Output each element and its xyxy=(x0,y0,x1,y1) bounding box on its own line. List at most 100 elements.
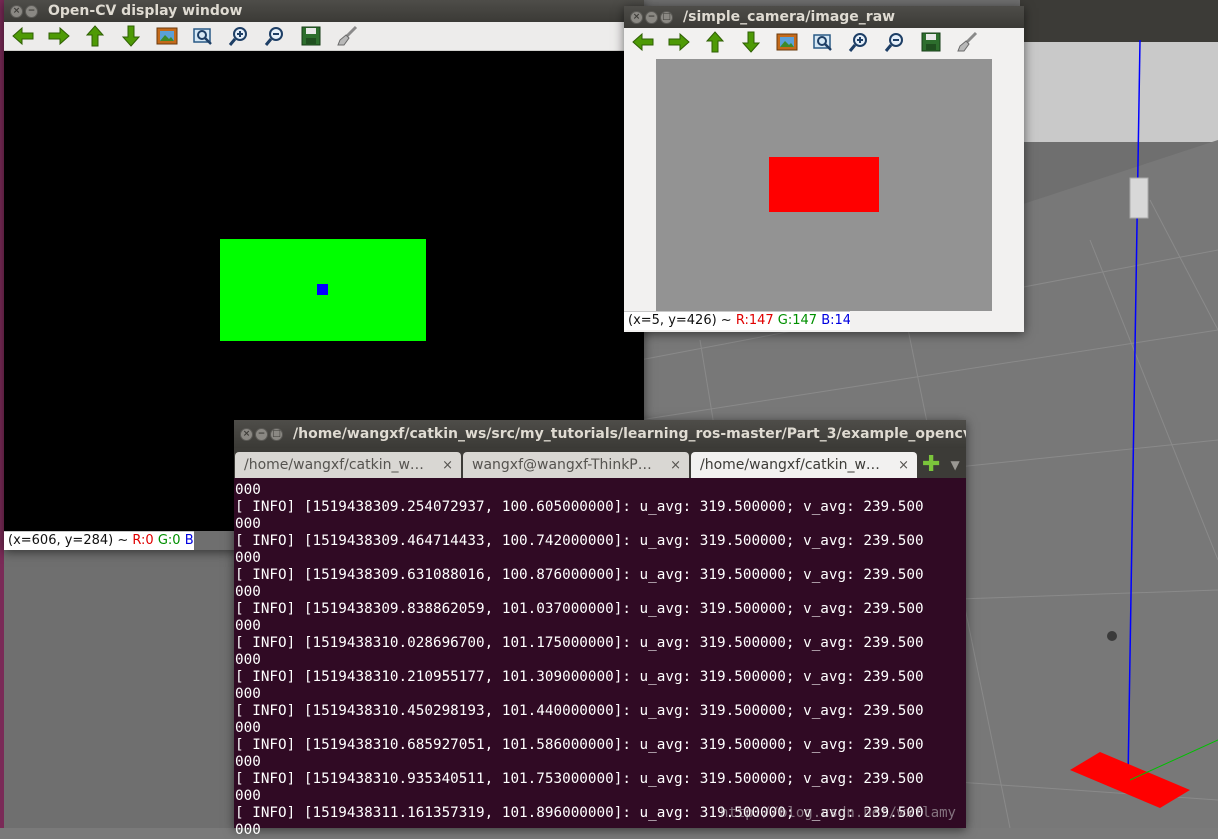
pixel-info-statusbar: (x=606, y=284) ~ R:0 G:0 B:0 xyxy=(4,531,194,550)
image-icon xyxy=(776,32,798,52)
zoom-in-button[interactable] xyxy=(226,24,251,48)
opencv-toolbar xyxy=(4,22,644,51)
terminal-line: 000 xyxy=(235,584,261,600)
tab-label: /home/wangxf/catkin_w… xyxy=(700,457,880,473)
terminal-line: [ INFO] [1519438310.935340511, 101.75300… xyxy=(235,771,924,787)
up-arrow-button[interactable] xyxy=(82,24,107,48)
terminal-window[interactable]: × − □ /home/wangxf/catkin_ws/src/my_tuto… xyxy=(234,420,966,838)
red-value: R:0 xyxy=(132,533,154,548)
up-arrow-button[interactable] xyxy=(702,30,727,54)
properties-brush-button[interactable] xyxy=(954,30,979,54)
blue-value: B:0 xyxy=(184,533,194,548)
up-arrow-icon xyxy=(85,25,105,47)
terminal-line: 000 xyxy=(235,652,261,668)
terminal-tab[interactable]: wangxf@wangxf-ThinkP… × xyxy=(463,452,689,478)
close-window-button[interactable]: × xyxy=(630,10,643,24)
terminal-line: [ INFO] [1519438310.450298193, 101.44000… xyxy=(235,703,924,719)
terminal-line: 000 xyxy=(235,482,261,498)
properties-brush-icon xyxy=(336,25,358,47)
close-tab-icon[interactable]: × xyxy=(898,458,909,473)
zoom-fit-icon xyxy=(812,32,834,52)
terminal-line: [ INFO] [1519438309.631088016, 100.87600… xyxy=(235,567,924,583)
save-icon xyxy=(921,32,941,52)
terminal-line: [ INFO] [1519438310.028696700, 101.17500… xyxy=(235,635,924,651)
zoom-out-icon xyxy=(264,25,286,47)
zoom-fit-button[interactable] xyxy=(190,24,215,48)
close-window-button[interactable]: × xyxy=(240,427,253,441)
left-arrow-button[interactable] xyxy=(630,30,655,54)
save-icon xyxy=(301,26,321,46)
close-tab-icon[interactable]: × xyxy=(442,458,453,473)
watermark: http://blog.csdn.net/wxflamy xyxy=(719,805,956,821)
save-button[interactable] xyxy=(298,24,323,48)
left-arrow-button[interactable] xyxy=(10,24,35,48)
window-titlebar[interactable]: × − □ /home/wangxf/catkin_ws/src/my_tuto… xyxy=(234,420,966,448)
terminal-tab[interactable]: /home/wangxf/catkin_w… × xyxy=(235,452,461,478)
blue-value: B:147 xyxy=(821,313,850,328)
camera-gray-image xyxy=(656,59,992,311)
image-raw-canvas[interactable] xyxy=(624,56,1024,311)
terminal-output[interactable]: 000[ INFO] [1519438309.254072937, 100.60… xyxy=(234,478,966,839)
close-tab-icon[interactable]: × xyxy=(670,458,681,473)
tab-label: /home/wangxf/catkin_w… xyxy=(244,457,424,473)
down-arrow-icon xyxy=(121,25,141,47)
terminal-line: [ INFO] [1519438309.838862059, 101.03700… xyxy=(235,601,924,617)
zoom-fit-button[interactable] xyxy=(810,30,835,54)
image-button[interactable] xyxy=(774,30,799,54)
terminal-line: [ INFO] [1519438310.210955177, 101.30900… xyxy=(235,669,924,685)
image-button[interactable] xyxy=(154,24,179,48)
terminal-line: 000 xyxy=(235,618,261,634)
maximize-window-button[interactable]: □ xyxy=(270,427,283,441)
right-arrow-icon xyxy=(667,32,691,52)
minimize-window-button[interactable]: − xyxy=(645,10,658,24)
close-window-button[interactable]: × xyxy=(10,4,23,18)
terminal-line: 000 xyxy=(235,788,261,804)
left-arrow-icon xyxy=(631,32,655,52)
red-value: R:147 xyxy=(735,313,774,328)
zoom-out-button[interactable] xyxy=(882,30,907,54)
zoom-out-button[interactable] xyxy=(262,24,287,48)
properties-brush-button[interactable] xyxy=(334,24,359,48)
window-titlebar[interactable]: × − □ /simple_camera/image_raw xyxy=(624,6,1024,28)
cursor-coords: (x=5, y=426) ~ xyxy=(628,313,736,328)
right-arrow-button[interactable] xyxy=(46,24,71,48)
window-title: /home/wangxf/catkin_ws/src/my_tutorials/… xyxy=(293,426,966,442)
pixel-info-statusbar: (x=5, y=426) ~ R:147 G:147 B:147 xyxy=(624,311,850,330)
new-tab-icon[interactable]: ✚ xyxy=(922,452,940,478)
zoom-fit-icon xyxy=(192,26,214,46)
scene-dot xyxy=(1107,631,1117,641)
image-icon xyxy=(156,26,178,46)
terminal-line: 000 xyxy=(235,516,261,532)
image-raw-window[interactable]: × − □ /simple_camera/image_raw (x=5, y=4… xyxy=(624,6,1024,332)
terminal-line: 000 xyxy=(235,686,261,702)
down-arrow-button[interactable] xyxy=(738,30,763,54)
minimize-window-button[interactable]: − xyxy=(25,4,38,18)
terminal-line: [ INFO] [1519438310.685927051, 101.58600… xyxy=(235,737,924,753)
cursor-coords: (x=606, y=284) ~ xyxy=(8,533,133,548)
zoom-in-button[interactable] xyxy=(846,30,871,54)
terminal-line: 000 xyxy=(235,720,261,736)
maximize-window-button[interactable]: □ xyxy=(660,10,673,24)
minimize-window-button[interactable]: − xyxy=(255,427,268,441)
terminal-tab-active[interactable]: /home/wangxf/catkin_w… × xyxy=(691,452,917,478)
terminal-line: 000 xyxy=(235,754,261,770)
window-titlebar[interactable]: × − Open-CV display window xyxy=(4,0,644,22)
zoom-out-icon xyxy=(884,31,906,53)
right-arrow-button[interactable] xyxy=(666,30,691,54)
green-value: G:0 xyxy=(157,533,181,548)
image-raw-toolbar xyxy=(624,28,1024,56)
terminal-line: [ INFO] [1519438309.254072937, 100.60500… xyxy=(235,499,924,515)
camera-model[interactable] xyxy=(1129,177,1149,219)
green-value: G:147 xyxy=(777,313,818,328)
right-arrow-icon xyxy=(47,26,71,46)
save-button[interactable] xyxy=(918,30,943,54)
terminal-line: 000 xyxy=(235,550,261,566)
tab-menu-chevron-down-icon[interactable]: ▼ xyxy=(950,452,959,478)
properties-brush-icon xyxy=(956,31,978,53)
window-title: /simple_camera/image_raw xyxy=(683,9,896,25)
left-arrow-icon xyxy=(11,26,35,46)
down-arrow-button[interactable] xyxy=(118,24,143,48)
terminal-line: 000 xyxy=(235,822,261,838)
blue-centroid-marker xyxy=(317,284,328,295)
red-rectangle xyxy=(769,157,879,212)
